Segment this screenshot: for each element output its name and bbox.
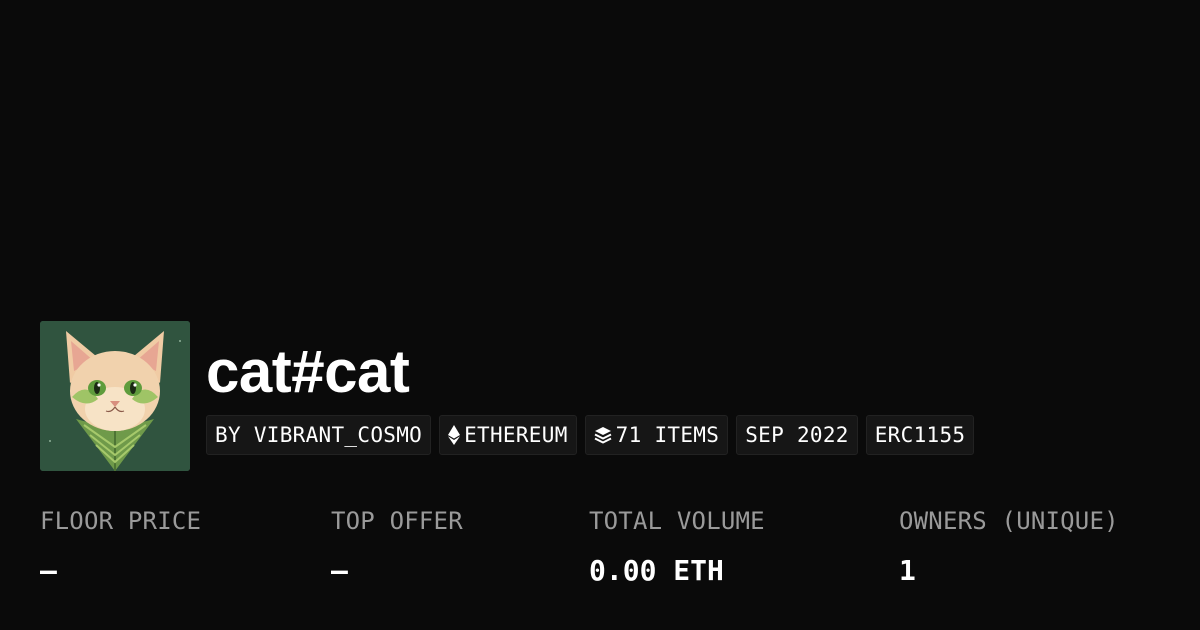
layers-icon xyxy=(594,426,612,444)
items-chip-label: 71 ITEMS xyxy=(615,423,720,447)
collection-avatar xyxy=(40,321,190,471)
standard-chip-label: ERC1155 xyxy=(874,423,966,447)
stat-top-offer: TOP OFFER – xyxy=(331,503,463,589)
stat-value: 1 xyxy=(899,554,916,587)
chain-chip-label: ETHEREUM xyxy=(464,423,568,447)
cat-illustration-image xyxy=(40,321,190,471)
chain-chip[interactable]: ETHEREUM xyxy=(439,415,577,455)
ethereum-icon xyxy=(448,425,461,445)
date-chip-label: SEP 2022 xyxy=(745,423,849,447)
date-chip: SEP 2022 xyxy=(736,415,858,455)
stat-floor-price: FLOOR PRICE – xyxy=(40,503,201,589)
collection-stats: FLOOR PRICE – TOP OFFER – TOTAL VOLUME 0… xyxy=(0,503,1200,603)
collection-title: cat#cat xyxy=(206,338,410,405)
collection-meta-chips: BY VIBRANT_COSMO ETHEREUM 71 ITEMS SEP 2… xyxy=(206,415,975,455)
stat-value: 0.00 ETH xyxy=(589,554,724,587)
og-card: cat#cat BY VIBRANT_COSMO ETHEREUM 71 ITE… xyxy=(0,0,1200,630)
stat-value: – xyxy=(331,554,348,587)
stat-label: OWNERS (UNIQUE) xyxy=(899,507,1119,535)
stat-label: TOP OFFER xyxy=(331,507,463,535)
stat-owners: OWNERS (UNIQUE) 1 xyxy=(899,503,1119,589)
stat-label: FLOOR PRICE xyxy=(40,507,202,535)
creator-chip[interactable]: BY VIBRANT_COSMO xyxy=(206,415,432,455)
standard-chip: ERC1155 xyxy=(865,415,975,455)
stat-value: – xyxy=(40,554,57,587)
stat-total-volume: TOTAL VOLUME 0.00 ETH xyxy=(589,503,765,589)
creator-chip-label: BY VIBRANT_COSMO xyxy=(215,423,423,447)
items-chip[interactable]: 71 ITEMS xyxy=(584,415,729,455)
stat-label: TOTAL VOLUME xyxy=(589,507,765,535)
